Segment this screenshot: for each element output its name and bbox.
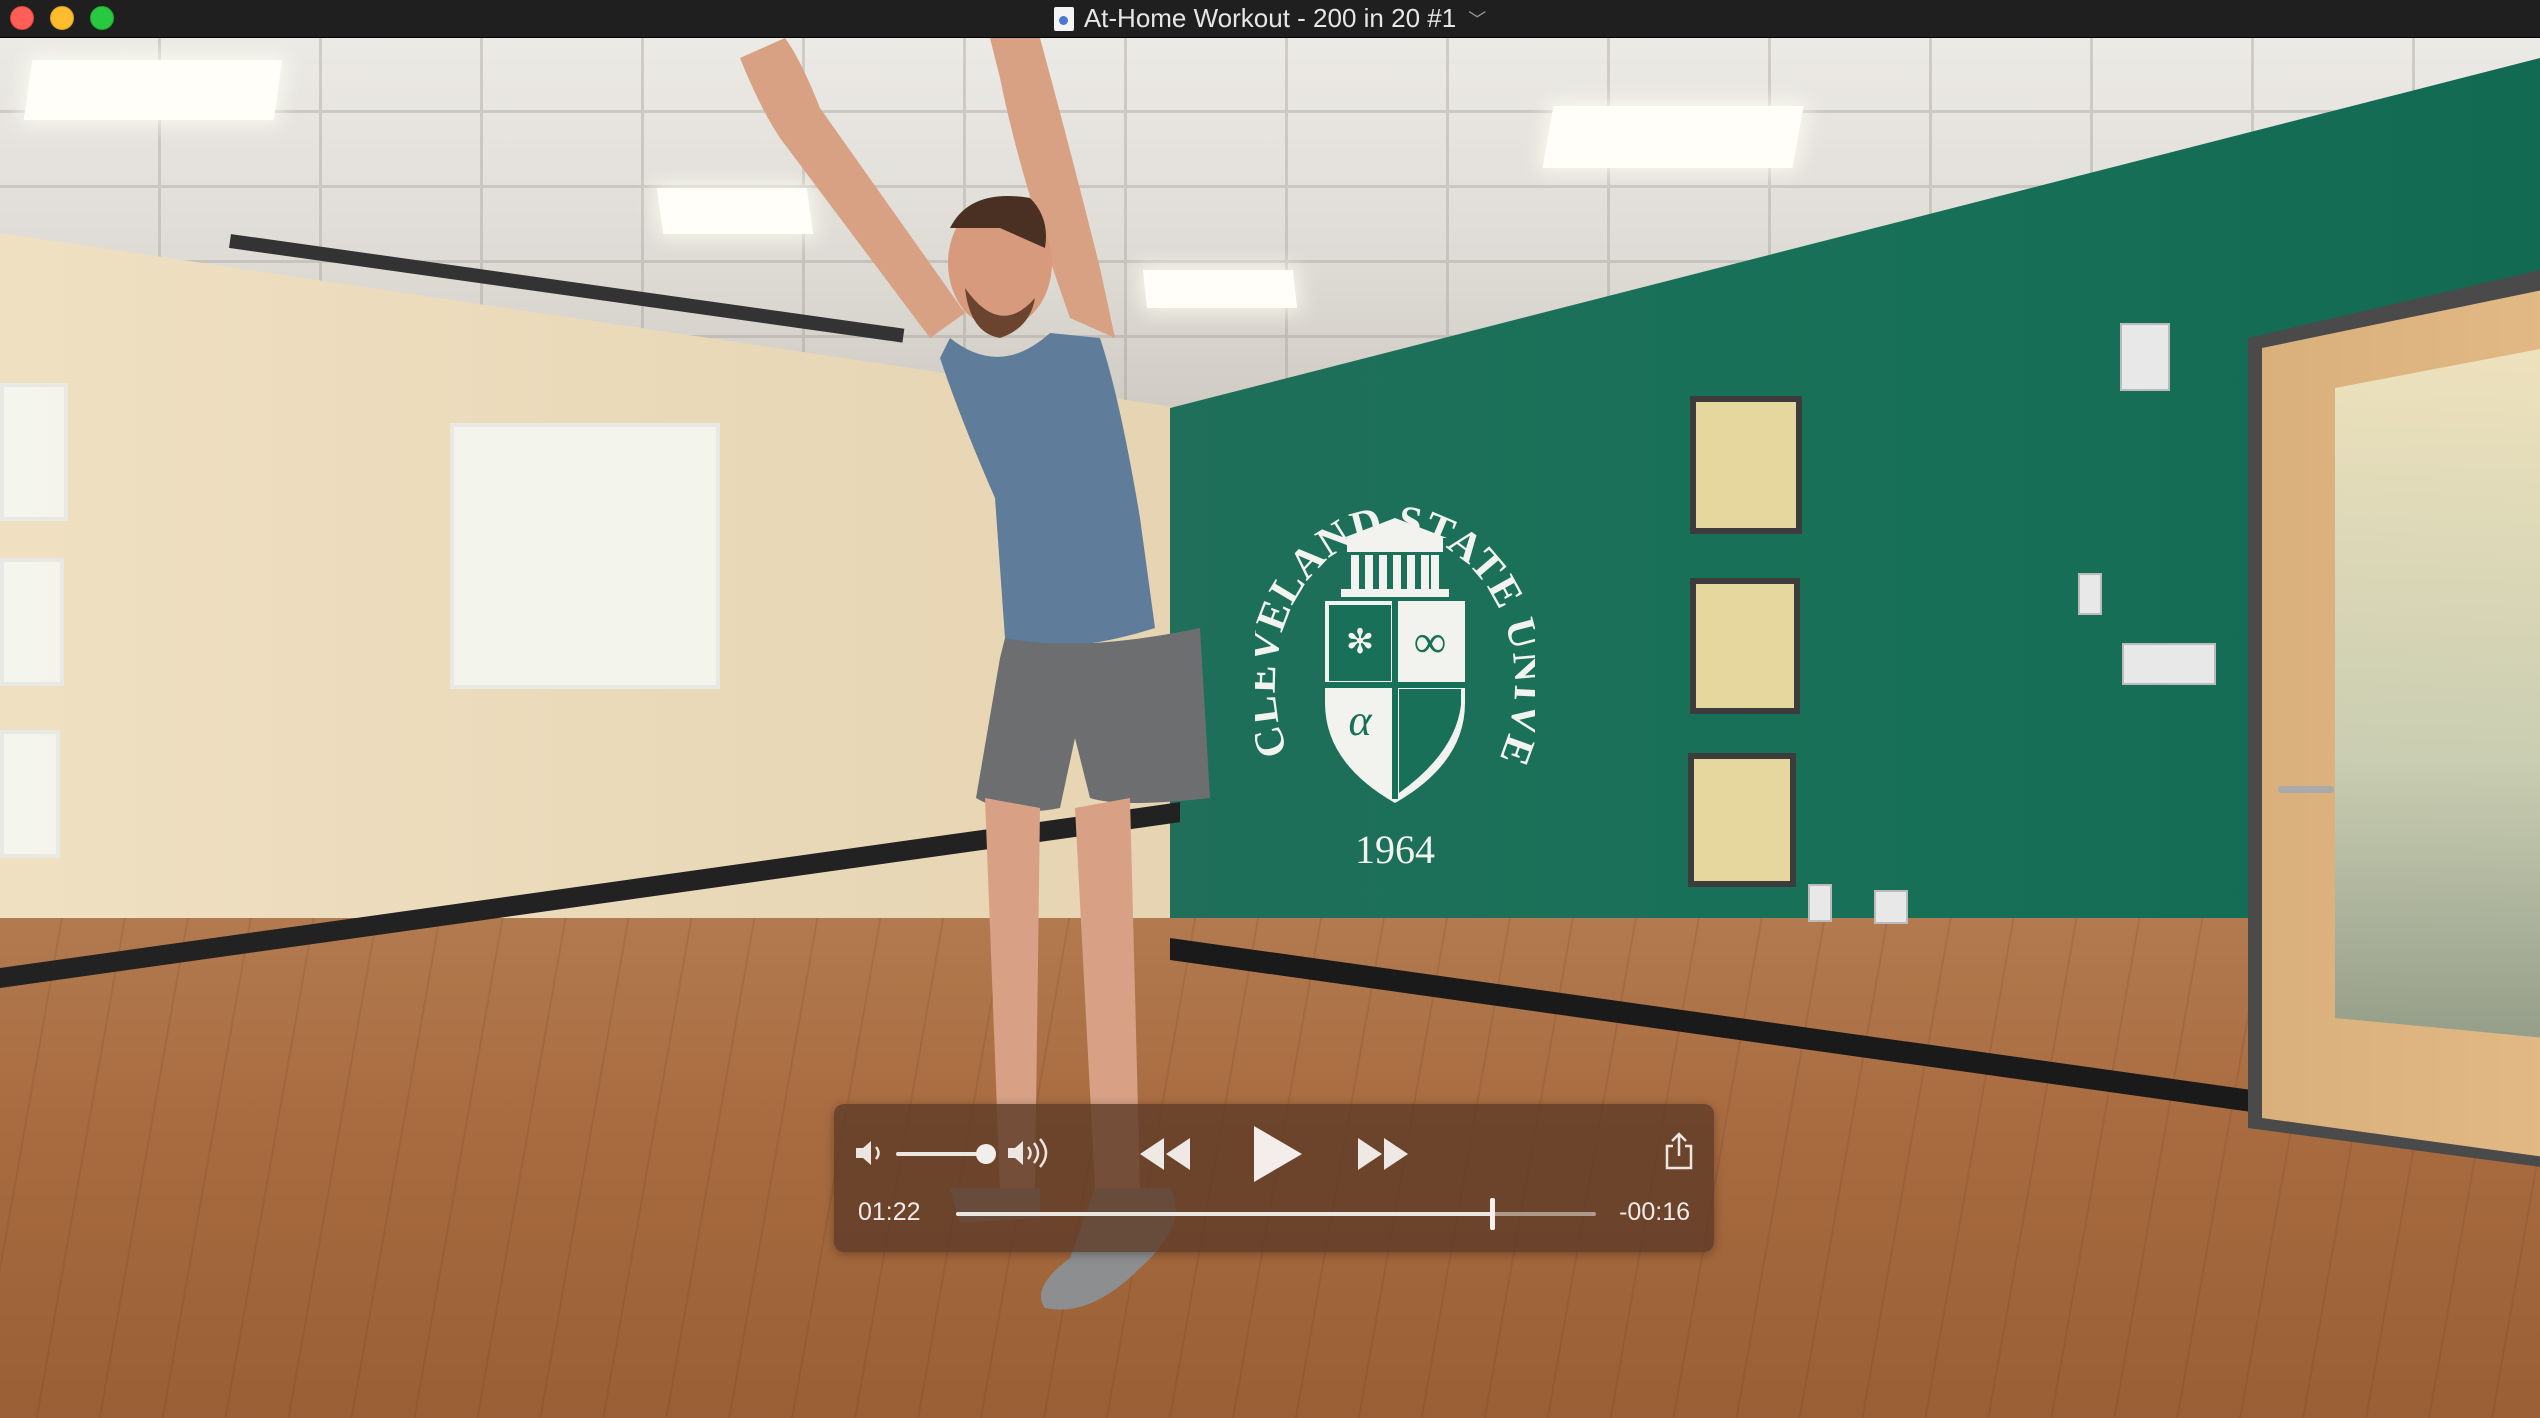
playback-controls[interactable]: 01:22 -00:16 [834,1104,1714,1252]
volume-low-icon[interactable] [854,1138,886,1168]
timeline-scrubber[interactable] [956,1198,1596,1230]
volume-slider[interactable] [896,1152,988,1156]
timeline-playhead[interactable] [1489,1198,1495,1230]
title-bar: At-Home Workout - 200 in 20 #1 ﹀ [0,0,2540,38]
elapsed-time: 01:22 [858,1198,921,1226]
interior-window [0,558,64,686]
fast-forward-icon[interactable] [1356,1136,1410,1172]
svg-text:✻: ✻ [1346,623,1375,661]
university-seal: CLEVELAND STATE UNIVERSITY ✻ ∞ α 1964 [1255,433,1535,872]
wall-speaker [2120,323,2170,391]
seal-year: 1964 [1355,827,1435,872]
wall-window [1688,753,1796,887]
wall-window [1690,396,1802,534]
outlet [1874,890,1908,924]
interior-window [0,383,68,521]
play-icon[interactable] [1248,1124,1304,1184]
interior-window [450,423,720,689]
interior-window [0,730,60,858]
window-title: At-Home Workout - 200 in 20 #1 [1083,3,1457,33]
ceiling-light [1542,106,1804,168]
wall-sign [2122,643,2216,685]
volume-high-icon[interactable] [1006,1138,1050,1168]
share-icon[interactable] [1664,1132,1694,1170]
remaining-time: -00:16 [1619,1198,1690,1226]
window-title-area[interactable]: At-Home Workout - 200 in 20 #1 ﹀ [0,0,2540,37]
timeline-progress [956,1212,1492,1216]
document-icon [1053,6,1074,31]
ceiling-light [23,60,283,120]
door-glass [2335,348,2540,1038]
video-frame[interactable]: CLEVELAND STATE UNIVERSITY ✻ ∞ α 1964 [0,38,2540,1418]
volume-slider-knob[interactable] [976,1144,996,1164]
outlet [1808,884,1832,922]
door-handle [2278,786,2334,793]
rewind-icon[interactable] [1138,1136,1192,1172]
wall-window [1690,578,1800,714]
seal-alpha: α [1348,696,1372,745]
title-chevron-down-icon[interactable]: ﹀ [1468,6,1486,32]
light-switch [2078,573,2102,615]
seal-infinity: ∞ [1414,616,1447,667]
